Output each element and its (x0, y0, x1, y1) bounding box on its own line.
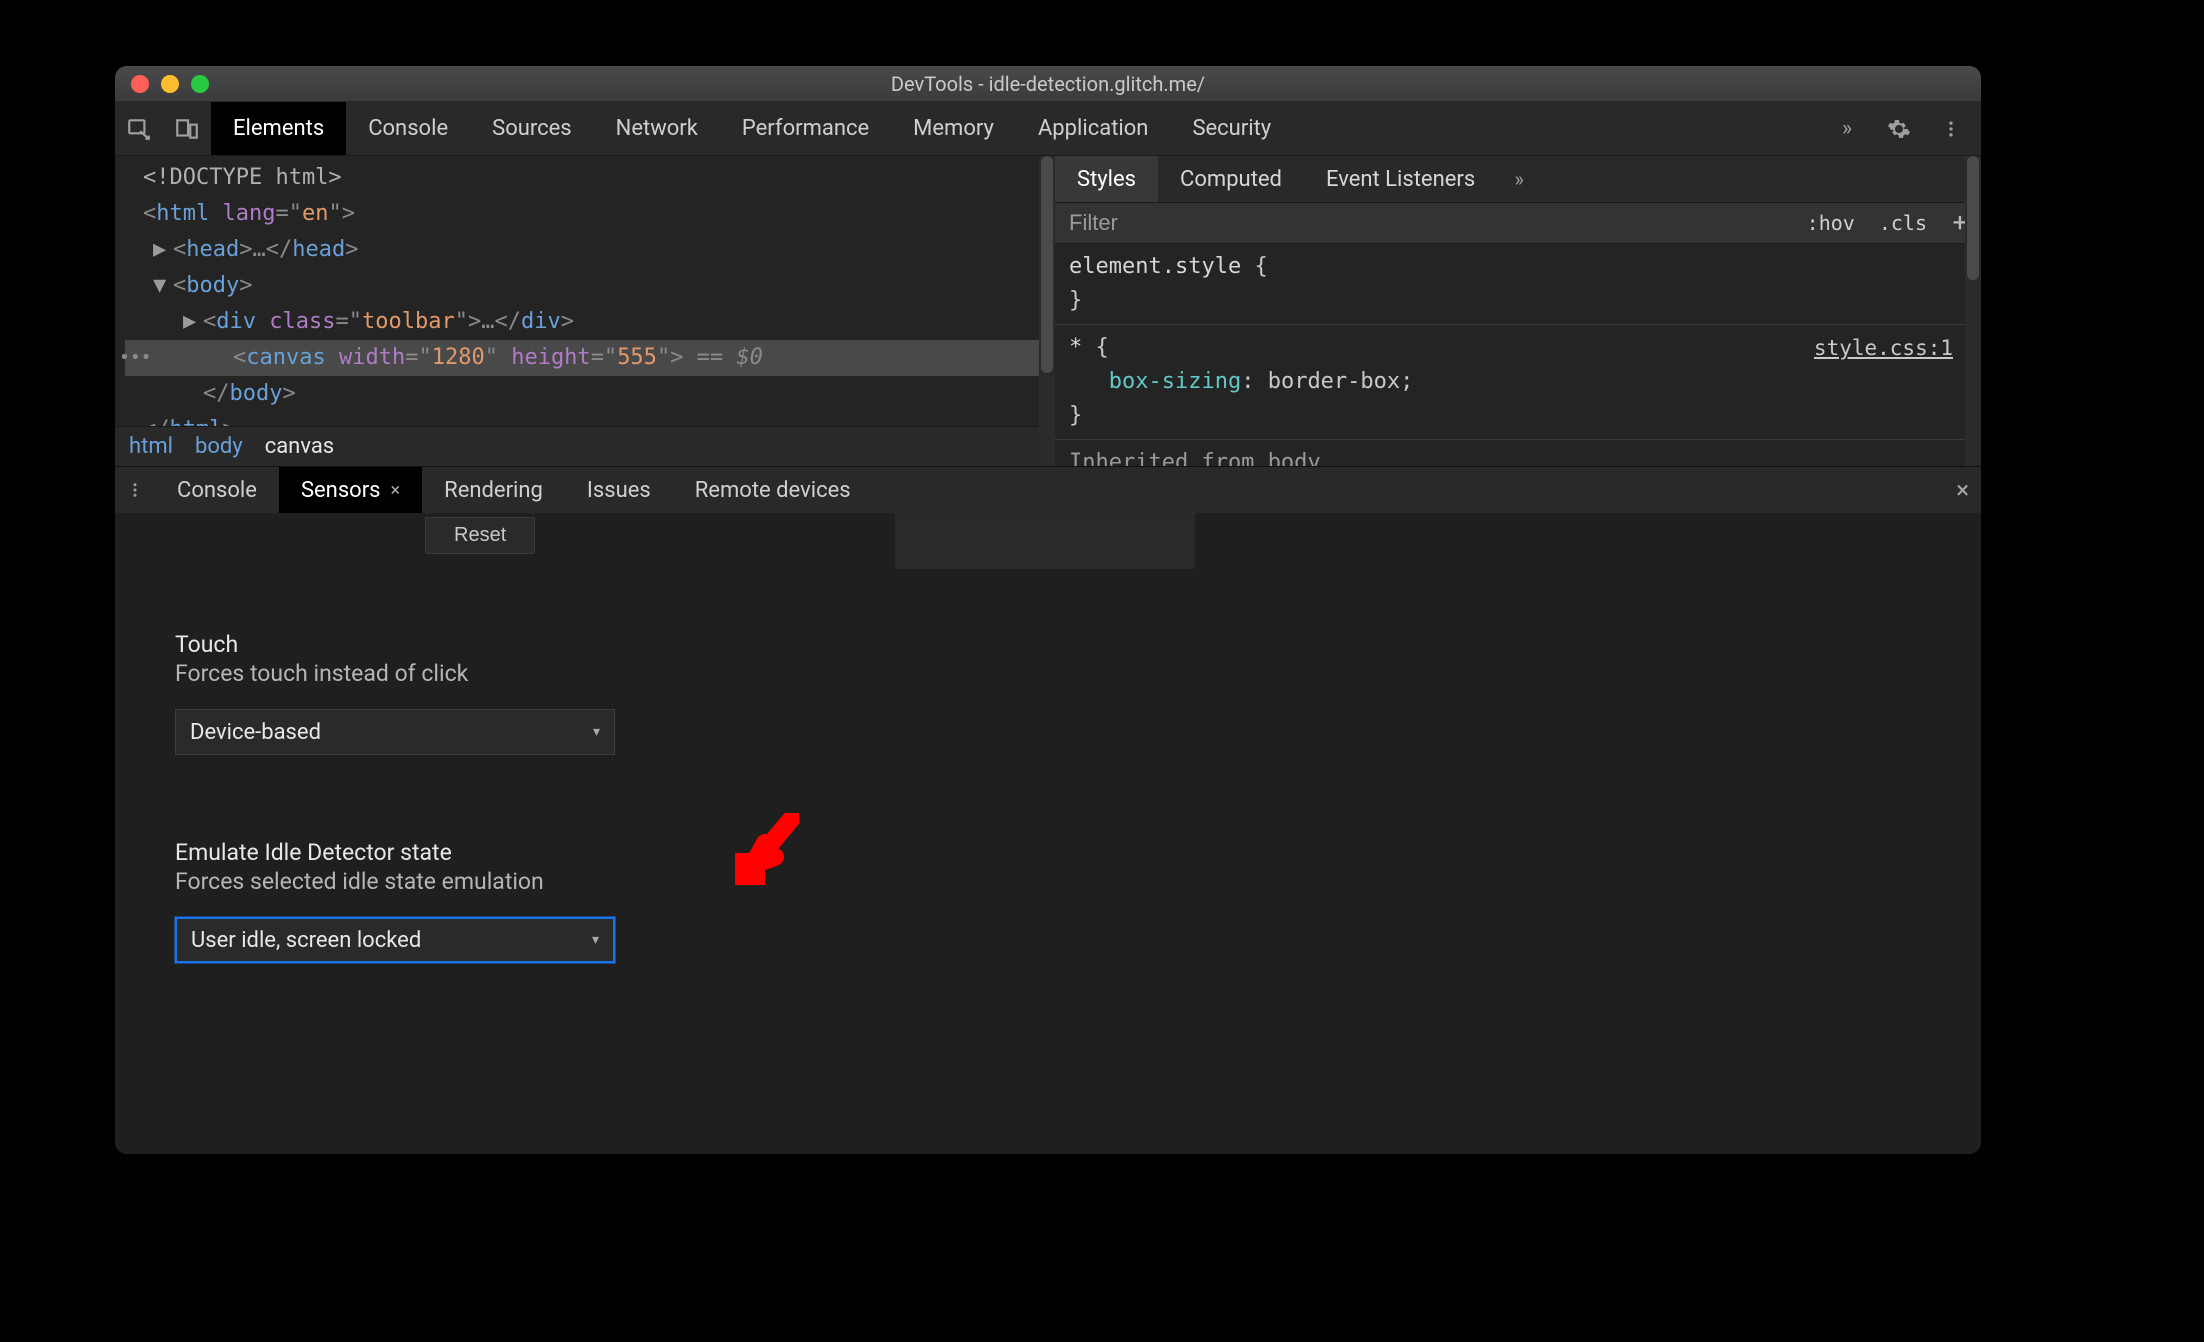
drawer-tab-sensors-label: Sensors (301, 478, 381, 503)
tab-console[interactable]: Console (346, 102, 470, 155)
drawer-close-icon[interactable]: × (1956, 476, 1969, 504)
annotation-arrow-icon (735, 813, 799, 896)
idle-title: Emulate Idle Detector state (175, 839, 615, 866)
drawer-tab-console[interactable]: Console (155, 467, 279, 513)
dom-scrollbar[interactable] (1039, 156, 1055, 466)
dom-tree[interactable]: <!DOCTYPE html><html lang="en">▶<head>…<… (115, 156, 1055, 426)
styles-rules[interactable]: element.style { } style.css:1 * { xx box… (1055, 244, 1981, 466)
tab-sources[interactable]: Sources (470, 102, 594, 155)
line-actions-icon[interactable]: ••• (119, 340, 152, 376)
chevron-down-icon: ▾ (593, 724, 600, 740)
rule-element-style: element.style (1069, 254, 1241, 279)
tabs-overflow-icon[interactable]: » (1825, 107, 1869, 151)
tab-security[interactable]: Security (1170, 102, 1293, 155)
breadcrumb-html[interactable]: html (129, 434, 173, 459)
drawer-panel: Console Sensors × Rendering Issues Remot… (115, 466, 1981, 1154)
touch-desc: Forces touch instead of click (175, 660, 615, 687)
expand-caret-icon[interactable]: ▶ (153, 232, 166, 268)
chevron-down-icon: ▾ (592, 932, 599, 948)
styles-filter-row: :hov .cls + (1055, 202, 1981, 244)
rule-val-border-box[interactable]: border-box (1268, 369, 1400, 394)
idle-desc: Forces selected idle state emulation (175, 868, 615, 895)
idle-select[interactable]: User idle, screen locked ▾ (175, 917, 615, 963)
tab-application[interactable]: Application (1016, 102, 1170, 155)
dom-line[interactable]: <!DOCTYPE html> (125, 160, 1055, 196)
drawer-tab-rendering[interactable]: Rendering (422, 467, 565, 513)
minimize-window-button[interactable] (161, 75, 179, 93)
expand-caret-icon[interactable]: ▶ (183, 304, 196, 340)
dom-line[interactable]: •••<canvas width="1280" height="555"> ==… (125, 340, 1055, 376)
styles-tabs: Styles Computed Event Listeners » (1055, 156, 1981, 202)
breadcrumb-body[interactable]: body (195, 434, 243, 459)
elements-styles-split: <!DOCTYPE html><html lang="en">▶<head>…<… (115, 156, 1981, 466)
idle-select-value: User idle, screen locked (191, 928, 421, 953)
styles-tab-listeners[interactable]: Event Listeners (1304, 156, 1497, 202)
dom-tree-panel: <!DOCTYPE html><html lang="en">▶<head>…<… (115, 156, 1055, 466)
tab-elements[interactable]: Elements (211, 102, 346, 155)
devtools-window: DevTools - idle-detection.glitch.me/ Ele… (115, 66, 1981, 1154)
dom-line[interactable]: ▶<head>…</head> (125, 232, 1055, 268)
dom-line[interactable]: </html> (125, 412, 1055, 426)
main-tabs: Elements Console Sources Network Perform… (211, 102, 1293, 155)
expand-caret-icon[interactable]: ▼ (153, 268, 166, 304)
brace-open: { (1254, 254, 1267, 279)
close-window-button[interactable] (131, 75, 149, 93)
traffic-lights (131, 75, 209, 93)
drawer-tab-sensors[interactable]: Sensors × (279, 467, 422, 513)
breadcrumb-canvas[interactable]: canvas (265, 434, 334, 459)
window-title: DevTools - idle-detection.glitch.me/ (115, 72, 1981, 96)
reset-button[interactable]: Reset (425, 517, 535, 554)
main-toolbar: Elements Console Sources Network Perform… (115, 102, 1981, 156)
touch-select-value: Device-based (190, 720, 321, 745)
settings-gear-icon[interactable] (1877, 107, 1921, 151)
dom-line[interactable]: ▶<div class="toolbar">…</div> (125, 304, 1055, 340)
styles-tabs-overflow-icon[interactable]: » (1497, 167, 1541, 191)
tab-memory[interactable]: Memory (891, 102, 1016, 155)
inspect-element-icon[interactable] (115, 102, 163, 156)
brace-close: } (1069, 288, 1082, 313)
drawer-tabs: Console Sensors × Rendering Issues Remot… (115, 467, 1981, 513)
dom-line[interactable]: </body> (125, 376, 1055, 412)
drawer-tab-issues[interactable]: Issues (565, 467, 673, 513)
inherited-from-tag[interactable]: body (1268, 450, 1321, 466)
drawer-tab-close-icon[interactable]: × (391, 480, 401, 501)
idle-section: Emulate Idle Detector state Forces selec… (175, 839, 615, 963)
tab-network[interactable]: Network (594, 102, 720, 155)
styles-tab-styles[interactable]: Styles (1055, 156, 1158, 202)
styles-tab-computed[interactable]: Computed (1158, 156, 1304, 202)
rule-prop-box-sizing[interactable]: box-sizing (1109, 369, 1241, 394)
styles-panel: Styles Computed Event Listeners » :hov .… (1055, 156, 1981, 466)
touch-title: Touch (175, 631, 615, 658)
drawer-body: Reset Touch Forces touch instead of clic… (115, 513, 1981, 1154)
inherited-from-label: Inherited from (1069, 450, 1254, 466)
device-toolbar-icon[interactable] (163, 102, 211, 156)
cls-toggle[interactable]: .cls (1867, 203, 1939, 243)
touch-section: Touch Forces touch instead of click Devi… (175, 631, 615, 755)
zoom-window-button[interactable] (191, 75, 209, 93)
hov-toggle[interactable]: :hov (1795, 203, 1867, 243)
tab-performance[interactable]: Performance (720, 102, 891, 155)
drawer-more-icon[interactable] (115, 481, 155, 499)
window-titlebar: DevTools - idle-detection.glitch.me/ (115, 66, 1981, 102)
more-menu-icon[interactable] (1929, 107, 1973, 151)
styles-filter-input[interactable] (1055, 210, 1795, 236)
rule-source-link[interactable]: style.css:1 (1814, 331, 1953, 365)
dom-line[interactable]: ▼<body> (125, 268, 1055, 304)
touch-select[interactable]: Device-based ▾ (175, 709, 615, 755)
partial-control (895, 513, 1195, 569)
rule-star-selector: * (1069, 335, 1082, 360)
dom-breadcrumb: html body canvas (115, 426, 1055, 466)
dom-line[interactable]: <html lang="en"> (125, 196, 1055, 232)
drawer-tab-remote[interactable]: Remote devices (673, 467, 873, 513)
styles-scrollbar[interactable] (1965, 156, 1981, 466)
